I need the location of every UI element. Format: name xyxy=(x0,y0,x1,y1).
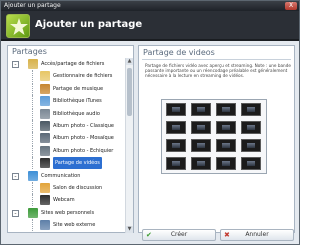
tree-item-label: Album photo - Echiquier xyxy=(53,148,114,154)
video-thumbnail xyxy=(166,157,186,170)
tree-connector xyxy=(32,132,33,144)
photo-album-icon xyxy=(40,121,50,131)
tree-item[interactable]: Bibliothèque iTunes xyxy=(8,95,126,107)
cancel-button-label: Annuler xyxy=(245,231,269,238)
video-thumbnail xyxy=(241,103,261,116)
tree-expander-icon[interactable]: - xyxy=(12,210,19,217)
webcam-icon xyxy=(40,195,50,205)
tree-item-label: Partage de musique xyxy=(53,86,104,92)
video-thumbnail xyxy=(241,139,261,152)
tree-item-label: Album photo - Mosaïque xyxy=(53,135,114,141)
tree-item[interactable]: Site web externe xyxy=(8,219,126,231)
tree-item[interactable]: Salon de discussion xyxy=(8,182,126,194)
video-thumbnail xyxy=(216,103,236,116)
share-logo-icon xyxy=(6,14,30,38)
video-thumbnail xyxy=(166,139,186,152)
tree-item[interactable]: Gestionnaire de fichiers xyxy=(8,70,126,82)
tree-item[interactable]: Album photo - Classique xyxy=(8,120,126,132)
tree-expander-icon[interactable]: - xyxy=(12,173,19,180)
music-icon xyxy=(40,84,50,94)
tree-connector xyxy=(32,194,33,206)
scroll-up-arrow-icon[interactable]: ▲ xyxy=(126,58,133,65)
communication-icon xyxy=(28,171,38,181)
scroll-down-arrow-icon[interactable]: ▼ xyxy=(126,226,133,233)
tree-item-label: Accès/partage de fichiers xyxy=(41,61,105,67)
tree-item-label: Bibliothèque iTunes xyxy=(53,98,102,104)
video-thumbnail xyxy=(216,121,236,134)
video-thumbnail xyxy=(191,103,211,116)
tree-item-label: Bibliothèque audio xyxy=(53,111,100,117)
details-divider xyxy=(142,59,291,60)
tree-item-label: Salon de discussion xyxy=(53,185,103,191)
video-share-preview xyxy=(161,99,267,174)
create-button-label: Créer xyxy=(170,231,188,238)
chat-icon xyxy=(40,183,50,193)
tree-connector xyxy=(32,219,33,231)
video-thumbnail xyxy=(191,139,211,152)
details-panel: Partage de videos Partage de fichiers vi… xyxy=(138,45,295,233)
audio-library-icon xyxy=(40,109,50,119)
cancel-icon: ✖ xyxy=(224,231,230,239)
header-title: Ajouter un partage xyxy=(35,19,143,30)
video-thumbnail xyxy=(241,157,261,170)
tree-item-label: Webcam xyxy=(53,197,75,203)
create-button[interactable]: ✔ Créer xyxy=(142,229,216,241)
tree-item-label: Sites web personnels xyxy=(41,210,95,216)
tree-item[interactable]: - Sites web personnels xyxy=(8,207,126,219)
tree-item[interactable]: Bibliothèque audio xyxy=(8,108,126,120)
tree-item-label: Partage de vidéos xyxy=(53,157,102,169)
tree-item[interactable]: Album photo - Mosaïque xyxy=(8,132,126,144)
tree-scrollbar[interactable]: ▲ ▼ xyxy=(125,58,133,233)
details-description: Partage de fichiers vidéo avec aperçu et… xyxy=(145,63,291,78)
share-folder-icon xyxy=(28,59,38,69)
video-thumbnail xyxy=(166,121,186,134)
external-site-icon xyxy=(40,220,50,230)
tree-connector xyxy=(32,157,33,169)
cancel-button[interactable]: ✖ Annuler xyxy=(220,229,294,241)
video-thumbnail xyxy=(216,157,236,170)
tree-item-label: Site web externe xyxy=(53,222,96,228)
close-button[interactable]: X xyxy=(285,2,297,10)
title-bar[interactable]: Ajouter un partage X xyxy=(1,1,299,11)
tree-item[interactable]: Partage de vidéos xyxy=(8,157,126,169)
shares-panel-title: Partages xyxy=(12,47,47,56)
file-manager-icon xyxy=(40,71,50,81)
video-thumbnail xyxy=(191,157,211,170)
photo-mosaic-icon xyxy=(40,133,50,143)
itunes-icon xyxy=(40,96,50,106)
tree-item-label: Album photo - Classique xyxy=(53,123,114,129)
scrollbar-thumb[interactable] xyxy=(127,68,132,116)
tree-connector xyxy=(32,108,33,120)
window-title: Ajouter un partage xyxy=(4,2,61,9)
tree-item[interactable]: Partage de musique xyxy=(8,83,126,95)
video-thumbnail xyxy=(191,121,211,134)
tree-item[interactable]: Album photo - Echiquier xyxy=(8,145,126,157)
tree-connector xyxy=(32,120,33,132)
details-panel-title: Partage de videos xyxy=(143,48,215,57)
header-banner: Ajouter un partage xyxy=(1,11,299,41)
video-thumbnail xyxy=(166,103,186,116)
video-thumbnail xyxy=(216,139,236,152)
tree-expander-icon[interactable]: - xyxy=(12,61,19,68)
tree-item-label: Communication xyxy=(41,173,81,179)
websites-icon xyxy=(28,208,38,218)
dialog-window: Ajouter un partage X Ajouter un partage … xyxy=(0,0,300,245)
tree-connector xyxy=(32,182,33,194)
tree-item[interactable]: Webcam xyxy=(8,194,126,206)
tree-connector xyxy=(32,145,33,157)
tree-connector xyxy=(32,95,33,107)
shares-tree: - Accès/partage de fichiers Gestionnaire d… xyxy=(8,58,126,233)
tree-item[interactable]: - Accès/partage de fichiers xyxy=(8,58,126,70)
tree-connector xyxy=(32,83,33,95)
shares-panel: Partages - Accès/partage de fichiers Gesti… xyxy=(7,45,134,233)
photo-chessboard-icon xyxy=(40,146,50,156)
video-icon xyxy=(40,158,50,168)
tree-connector xyxy=(32,70,33,82)
video-thumbnail xyxy=(241,121,261,134)
tree-item[interactable]: - Communication xyxy=(8,170,126,182)
tree-item-label: Gestionnaire de fichiers xyxy=(53,73,113,79)
checkmark-icon: ✔ xyxy=(146,231,152,239)
